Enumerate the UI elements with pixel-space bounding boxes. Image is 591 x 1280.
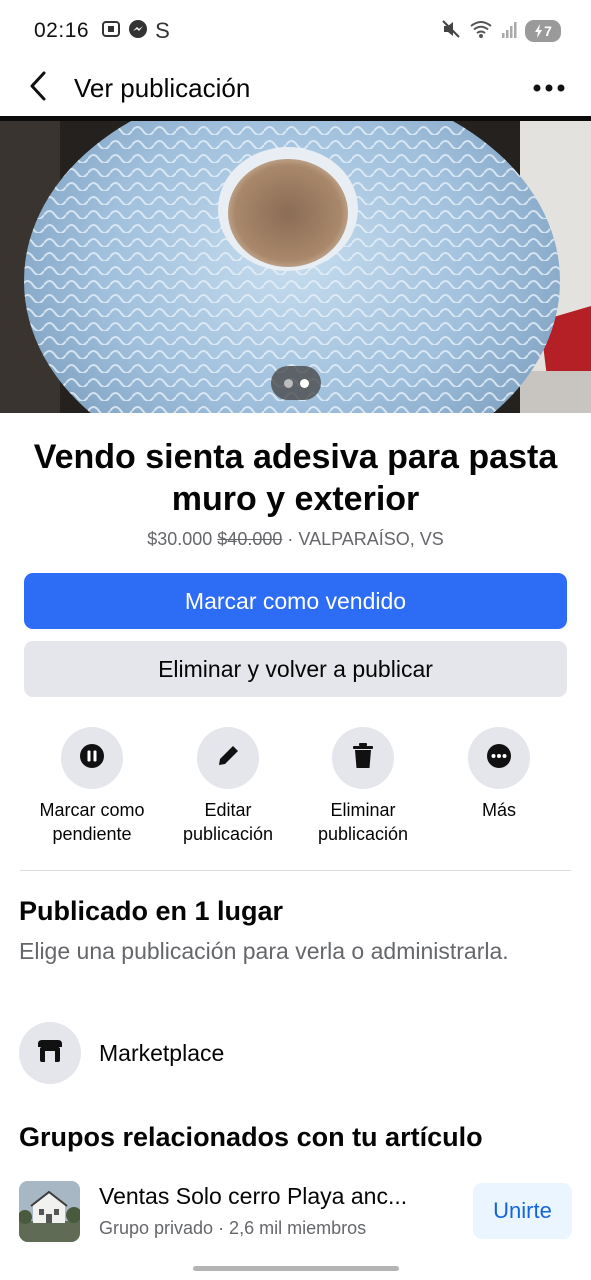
group-row[interactable]: Ventas Solo cerro Playa anc... Grupo pri… — [19, 1180, 572, 1242]
s-app-icon: S — [155, 18, 170, 43]
location: VALPARAÍSO, VS — [298, 529, 444, 549]
action-label-line1: Editar — [204, 800, 252, 820]
price-separator: · — [287, 529, 294, 549]
published-section-title: Publicado en 1 lugar — [19, 896, 284, 926]
signal-icon — [501, 19, 517, 44]
delete-action[interactable]: Eliminar publicación — [298, 727, 428, 846]
old-price: $40.000 — [217, 529, 283, 549]
price-line: $30.000 $40.000 · VALPARAÍSO, VS — [0, 526, 591, 552]
more-button[interactable] — [468, 727, 530, 789]
wifi-icon — [469, 19, 493, 44]
trash-icon — [350, 742, 376, 775]
mark-sold-button[interactable]: Marcar como vendido — [24, 573, 567, 629]
more-icon — [486, 743, 512, 774]
screenshot-icon — [101, 19, 121, 44]
pause-icon — [79, 743, 105, 774]
storefront-icon — [36, 1038, 64, 1069]
action-label-line2: pendiente — [52, 824, 132, 844]
action-label-line1: Marcar como — [39, 800, 145, 820]
battery-icon: 7 — [525, 20, 561, 42]
status-notification-icons: S — [101, 18, 170, 44]
group-avatar — [19, 1181, 80, 1242]
delete-button[interactable] — [332, 727, 394, 789]
join-group-button[interactable]: Unirte — [473, 1183, 572, 1239]
edit-button[interactable] — [197, 727, 259, 789]
page-title: Ver publicación — [74, 73, 251, 103]
action-label-line1: Más — [481, 800, 516, 820]
group-name[interactable]: Ventas Solo cerro Playa anc... — [99, 1181, 459, 1211]
pager-dot-active[interactable] — [299, 378, 309, 388]
back-button[interactable] — [22, 68, 54, 108]
more-options-button[interactable] — [527, 68, 571, 108]
related-groups-title: Grupos relacionados con tu artículo — [19, 1122, 483, 1152]
marketplace-label: Marketplace — [99, 1039, 225, 1066]
marketplace-row[interactable]: Marketplace — [19, 1022, 571, 1084]
published-section-subtitle: Elige una publicación para verla o admin… — [19, 938, 509, 964]
messenger-icon — [128, 19, 148, 44]
action-row: Marcar como pendiente Editar publicación… — [0, 727, 591, 857]
delete-repost-button[interactable]: Eliminar y volver a publicar — [24, 641, 567, 697]
more-horizontal-icon — [533, 79, 565, 97]
pager-dot[interactable] — [283, 378, 293, 388]
group-meta: Grupo privado · 2,6 mil miembros — [99, 1218, 367, 1238]
status-time: 02:16 — [34, 19, 90, 42]
photo-pager[interactable] — [271, 366, 321, 400]
mute-icon — [441, 19, 461, 44]
home-indicator[interactable] — [193, 1266, 399, 1271]
status-bar: 02:16 S 7 — [0, 0, 591, 62]
pencil-icon — [215, 743, 241, 774]
app-header: Ver publicación — [0, 62, 591, 114]
mark-pending-button[interactable] — [61, 727, 123, 789]
status-system-icons: 7 — [441, 19, 561, 44]
action-label-line1: Eliminar — [330, 800, 396, 820]
listing-title: Vendo sienta adesiva para pasta muro y e… — [33, 438, 558, 518]
battery-level: 7 — [544, 23, 552, 39]
divider — [20, 870, 571, 871]
action-label-line2: publicación — [182, 824, 274, 844]
mark-pending-action[interactable]: Marcar como pendiente — [27, 727, 157, 846]
action-label-line2: publicación — [317, 824, 409, 844]
price: $30.000 — [147, 529, 213, 549]
more-action[interactable]: Más — [434, 727, 564, 822]
chevron-left-icon — [28, 70, 48, 107]
edit-action[interactable]: Editar publicación — [163, 727, 293, 846]
